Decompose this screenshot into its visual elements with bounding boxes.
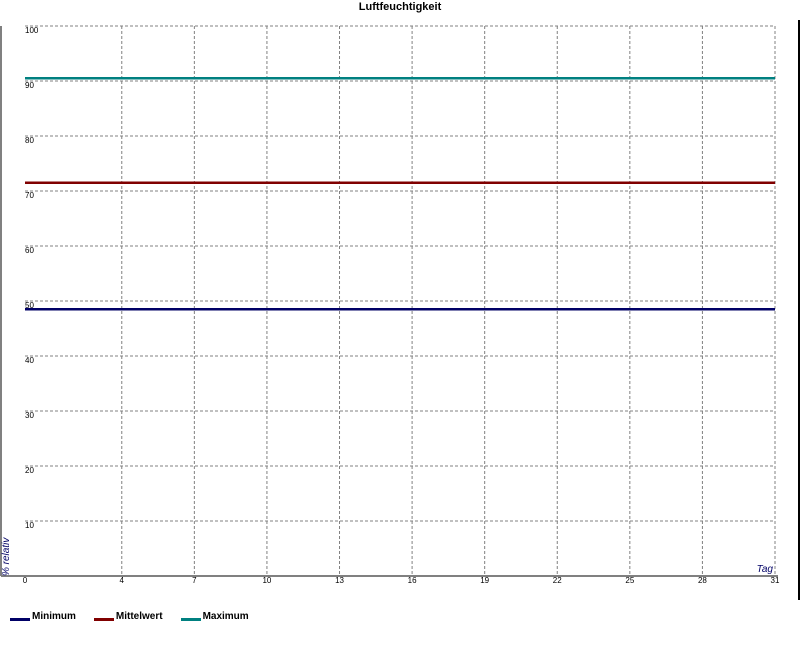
x-tick-label: 28 bbox=[698, 576, 707, 585]
y-tick-label: 40 bbox=[25, 356, 34, 365]
y-tick-label: 30 bbox=[25, 411, 34, 420]
x-tick-label: 13 bbox=[335, 576, 344, 585]
legend-swatch bbox=[93, 618, 114, 621]
legend-label: Maximum bbox=[202, 611, 249, 622]
legend-swatch bbox=[180, 618, 201, 621]
x-tick-label: 0 bbox=[23, 576, 28, 585]
humidity-chart: Luftfeuchtigkeit 102030405060708090100 0… bbox=[0, 1, 800, 600]
y-tick-label: 100 bbox=[25, 26, 39, 35]
legend-item-mittelwert: Mittelwert bbox=[93, 611, 163, 622]
y-tick-label: 60 bbox=[25, 246, 34, 255]
x-tick-label: 7 bbox=[192, 576, 197, 585]
y-tick-label: 20 bbox=[25, 466, 34, 475]
chart-title: Luftfeuchtigkeit bbox=[359, 1, 442, 13]
series-lines bbox=[25, 77, 775, 311]
x-tick-label: 4 bbox=[120, 576, 125, 585]
legend-swatch bbox=[10, 618, 30, 621]
x-tick-label: 19 bbox=[480, 576, 489, 585]
x-tick-label: 16 bbox=[408, 576, 417, 585]
y-tick-label: 80 bbox=[25, 136, 34, 145]
y-tick-labels: 102030405060708090100 bbox=[25, 26, 39, 530]
grid-lines bbox=[25, 25, 776, 576]
y-axis-label: % relativ bbox=[1, 537, 12, 576]
y-tick-label: 10 bbox=[25, 521, 34, 530]
y-tick-label: 70 bbox=[25, 191, 34, 200]
y-tick-label: 90 bbox=[25, 81, 34, 90]
x-tick-label: 10 bbox=[262, 576, 271, 585]
legend-label: Mittelwert bbox=[115, 611, 163, 622]
legend-label: Minimum bbox=[32, 611, 76, 622]
chart-legend: Minimum Mittelwert Maximum bbox=[10, 611, 267, 622]
legend-item-minimum: Minimum bbox=[10, 611, 76, 622]
legend-item-maximum: Maximum bbox=[180, 611, 249, 622]
x-tick-label: 31 bbox=[771, 576, 780, 585]
x-tick-label: 22 bbox=[553, 576, 562, 585]
x-axis-label: Tag bbox=[757, 564, 774, 575]
x-tick-label: 25 bbox=[625, 576, 634, 585]
x-tick-labels: 0 4 7 10 13 16 19 22 25 28 31 bbox=[23, 576, 780, 585]
